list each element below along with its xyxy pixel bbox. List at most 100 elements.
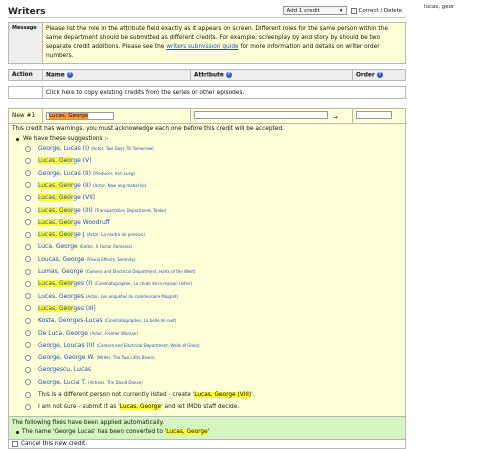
suggestion-option[interactable]: Lucas, Georges (III): [25, 302, 402, 314]
new-credit-row: New #1 Lucas, George →: [8, 108, 406, 125]
suggestion-option[interactable]: George, Lucas (II) (Producer, Iron Lung): [25, 167, 402, 179]
suggestion-radio[interactable]: [25, 219, 31, 226]
suggestion-option[interactable]: Luces, Georges (Actor, Les enquêtes du co…: [25, 290, 402, 302]
fix-prefix: The name 'George Lucas' has been convert…: [22, 428, 167, 435]
suggestion-radio[interactable]: [25, 305, 31, 312]
suggestion-name[interactable]: Luca, George: [38, 243, 78, 250]
suggestion-option[interactable]: Lumas, George (Camera and Electrical Depa…: [25, 265, 402, 277]
name-input[interactable]: Lucas, George: [46, 112, 114, 121]
suggestion-name[interactable]: George, Loucas (II): [38, 342, 95, 349]
suggestion-option[interactable]: Lucas, George Woodruff: [25, 216, 402, 228]
attribute-input[interactable]: [194, 111, 328, 120]
suggestion-option[interactable]: Georgescu, Lucas: [25, 364, 402, 376]
suggestion-option[interactable]: Lucas, George (II) (Actor, Naw ang mahal …: [25, 179, 402, 191]
suggestion-name[interactable]: Lucas, Georges (I): [38, 280, 92, 288]
suggestion-note: (Visual Effects, Serenity): [86, 256, 136, 262]
suggestion-radio[interactable]: [25, 256, 31, 263]
suggestion-name[interactable]: Lucas, Georges (III): [38, 304, 96, 312]
suggestion-note: (Actor, La maitre de pension): [86, 232, 145, 238]
suggestion-radio[interactable]: [25, 194, 31, 201]
correct-delete-label: Correct / Delete: [358, 7, 403, 14]
suggestion-name[interactable]: George, George W.: [38, 354, 95, 361]
create-new-radio[interactable]: [25, 391, 31, 398]
order-help-icon[interactable]: ?: [376, 71, 383, 78]
name-help-icon[interactable]: ?: [66, 71, 73, 78]
suggestion-radio[interactable]: [25, 379, 31, 386]
suggestion-radio[interactable]: [25, 280, 31, 287]
suggestion-option[interactable]: Loucas, George (Visual Effects, Serenity): [25, 253, 402, 265]
suggestion-radio[interactable]: [25, 366, 31, 373]
suggestion-name[interactable]: Lucas, George (V): [38, 157, 92, 165]
suggestion-note: (Editor, X Factor Romania): [79, 244, 133, 250]
suggestion-radio[interactable]: [25, 145, 31, 152]
suggestion-radio[interactable]: [25, 293, 31, 300]
suggestion-name[interactable]: Georgescu, Lucas: [38, 366, 91, 373]
cancel-credit-option[interactable]: Cancel this new credit.: [8, 439, 406, 449]
not-sure-prefix: I am not sure - submit it as ': [38, 403, 120, 410]
suggestion-radio[interactable]: [25, 354, 31, 361]
col-attribute: Attribute?: [190, 68, 353, 82]
create-new-suffix: '.: [251, 391, 255, 398]
suggestion-note: (Cinematographer, La chute de la maison …: [94, 281, 193, 287]
suggestion-note: (Producer, Iron Lung): [92, 170, 136, 176]
suggestion-option[interactable]: George, Lucas (I) (Actor, Two Days Till T…: [25, 142, 402, 154]
suggestion-name[interactable]: Lucas, George J: [38, 231, 85, 239]
not-sure-radio[interactable]: [25, 403, 31, 410]
suggestion-option[interactable]: Lucas, George J (Actor, La maitre de pens…: [25, 229, 402, 241]
add-credit-select[interactable]: Add 1 credit ▾: [282, 6, 347, 15]
copy-credits-link[interactable]: Click here to copy existing credits from…: [42, 86, 406, 100]
suggestion-radio[interactable]: [25, 330, 31, 337]
suggestion-radio[interactable]: [25, 207, 31, 214]
suggestion-name[interactable]: Lucas, George (II): [38, 181, 91, 189]
message-table: Message Please list the role in the attr…: [8, 22, 406, 64]
bullet-icon: [16, 430, 19, 434]
order-input[interactable]: [356, 111, 392, 120]
suggestion-option[interactable]: Kosta, Georges-Lucas (Cinematographer, La…: [25, 315, 402, 327]
writers-section: Writers Add 1 credit ▾ Correct / Delete …: [8, 4, 406, 449]
suggestion-name[interactable]: George, Lucas (I): [38, 145, 89, 152]
suggestion-option[interactable]: George, Lucia T. (Actress, The David Danc…: [25, 376, 402, 388]
suggestion-radio[interactable]: [25, 231, 31, 238]
suggestion-name[interactable]: Loucas, George: [38, 256, 85, 263]
suggestion-option[interactable]: Lucas, George (V): [25, 155, 402, 167]
suggestion-option[interactable]: Lucas, George (III) (Transportation Depar…: [25, 204, 402, 216]
suggestion-radio[interactable]: [25, 182, 31, 189]
suggestion-note: (Cinematographer, La belle de nuit): [104, 318, 177, 324]
bullet-icon: [16, 137, 19, 141]
suggestion-radio[interactable]: [25, 268, 31, 275]
suggestion-radio[interactable]: [25, 170, 31, 177]
suggestion-radio[interactable]: [25, 157, 31, 164]
suggestion-option[interactable]: Lucas, Georges (I) (Cinematographer, La c…: [25, 278, 402, 290]
not-sure-name: Lucas, George: [119, 403, 162, 410]
cancel-checkbox[interactable]: [12, 440, 18, 447]
writers-guide-link[interactable]: writers submission guide: [166, 44, 238, 50]
add-credit-label: Add 1 credit: [286, 7, 320, 14]
correct-delete-toggle[interactable]: Correct / Delete: [350, 7, 403, 14]
suggestion-name[interactable]: Kosta, Georges-Lucas: [38, 317, 103, 324]
suggestion-radio[interactable]: [25, 342, 31, 349]
suggestion-radio[interactable]: [25, 243, 31, 250]
suggestion-name[interactable]: De Luca, George: [38, 330, 88, 337]
suggestion-name[interactable]: Lucas, George (III): [38, 206, 93, 214]
correct-delete-checkbox[interactable]: [350, 7, 357, 14]
not-sure-option[interactable]: I am not sure - submit it as ' Lucas, Geo…: [25, 401, 402, 413]
suggestion-name[interactable]: George, Lucas (II): [38, 170, 91, 177]
suggestion-note: (Actor, Frontier Woman): [89, 330, 138, 336]
arrow-right-icon: →: [332, 115, 338, 122]
suggestion-radio[interactable]: [25, 317, 31, 324]
suggestion-option[interactable]: De Luca, George (Actor, Frontier Woman): [25, 327, 402, 339]
attribute-help-icon[interactable]: ?: [225, 71, 232, 78]
suggestion-option[interactable]: Lucas, George (VII): [25, 192, 402, 204]
fix-suffix: ': [207, 428, 210, 435]
suggestion-note: (Actress, The David Dance): [88, 379, 143, 385]
suggestion-option[interactable]: George, Loucas (II) (Camera and Electrica…: [25, 339, 402, 351]
suggestion-name[interactable]: George, Lucia T.: [38, 379, 86, 386]
suggestion-name[interactable]: Luces, Georges: [38, 293, 84, 300]
create-new-option[interactable]: This is a different person not currently…: [25, 388, 402, 400]
suggestion-name[interactable]: Lumas, George: [38, 268, 83, 275]
suggestion-option[interactable]: George, George W. (Writer, The Two Little…: [25, 351, 402, 363]
suggestion-option[interactable]: Luca, George (Editor, X Factor Romania): [25, 241, 402, 253]
suggestion-name[interactable]: Lucas, George Woodruff: [38, 218, 110, 226]
copy-action-cell: [8, 86, 43, 100]
suggestion-name[interactable]: Lucas, George (VII): [38, 194, 95, 202]
